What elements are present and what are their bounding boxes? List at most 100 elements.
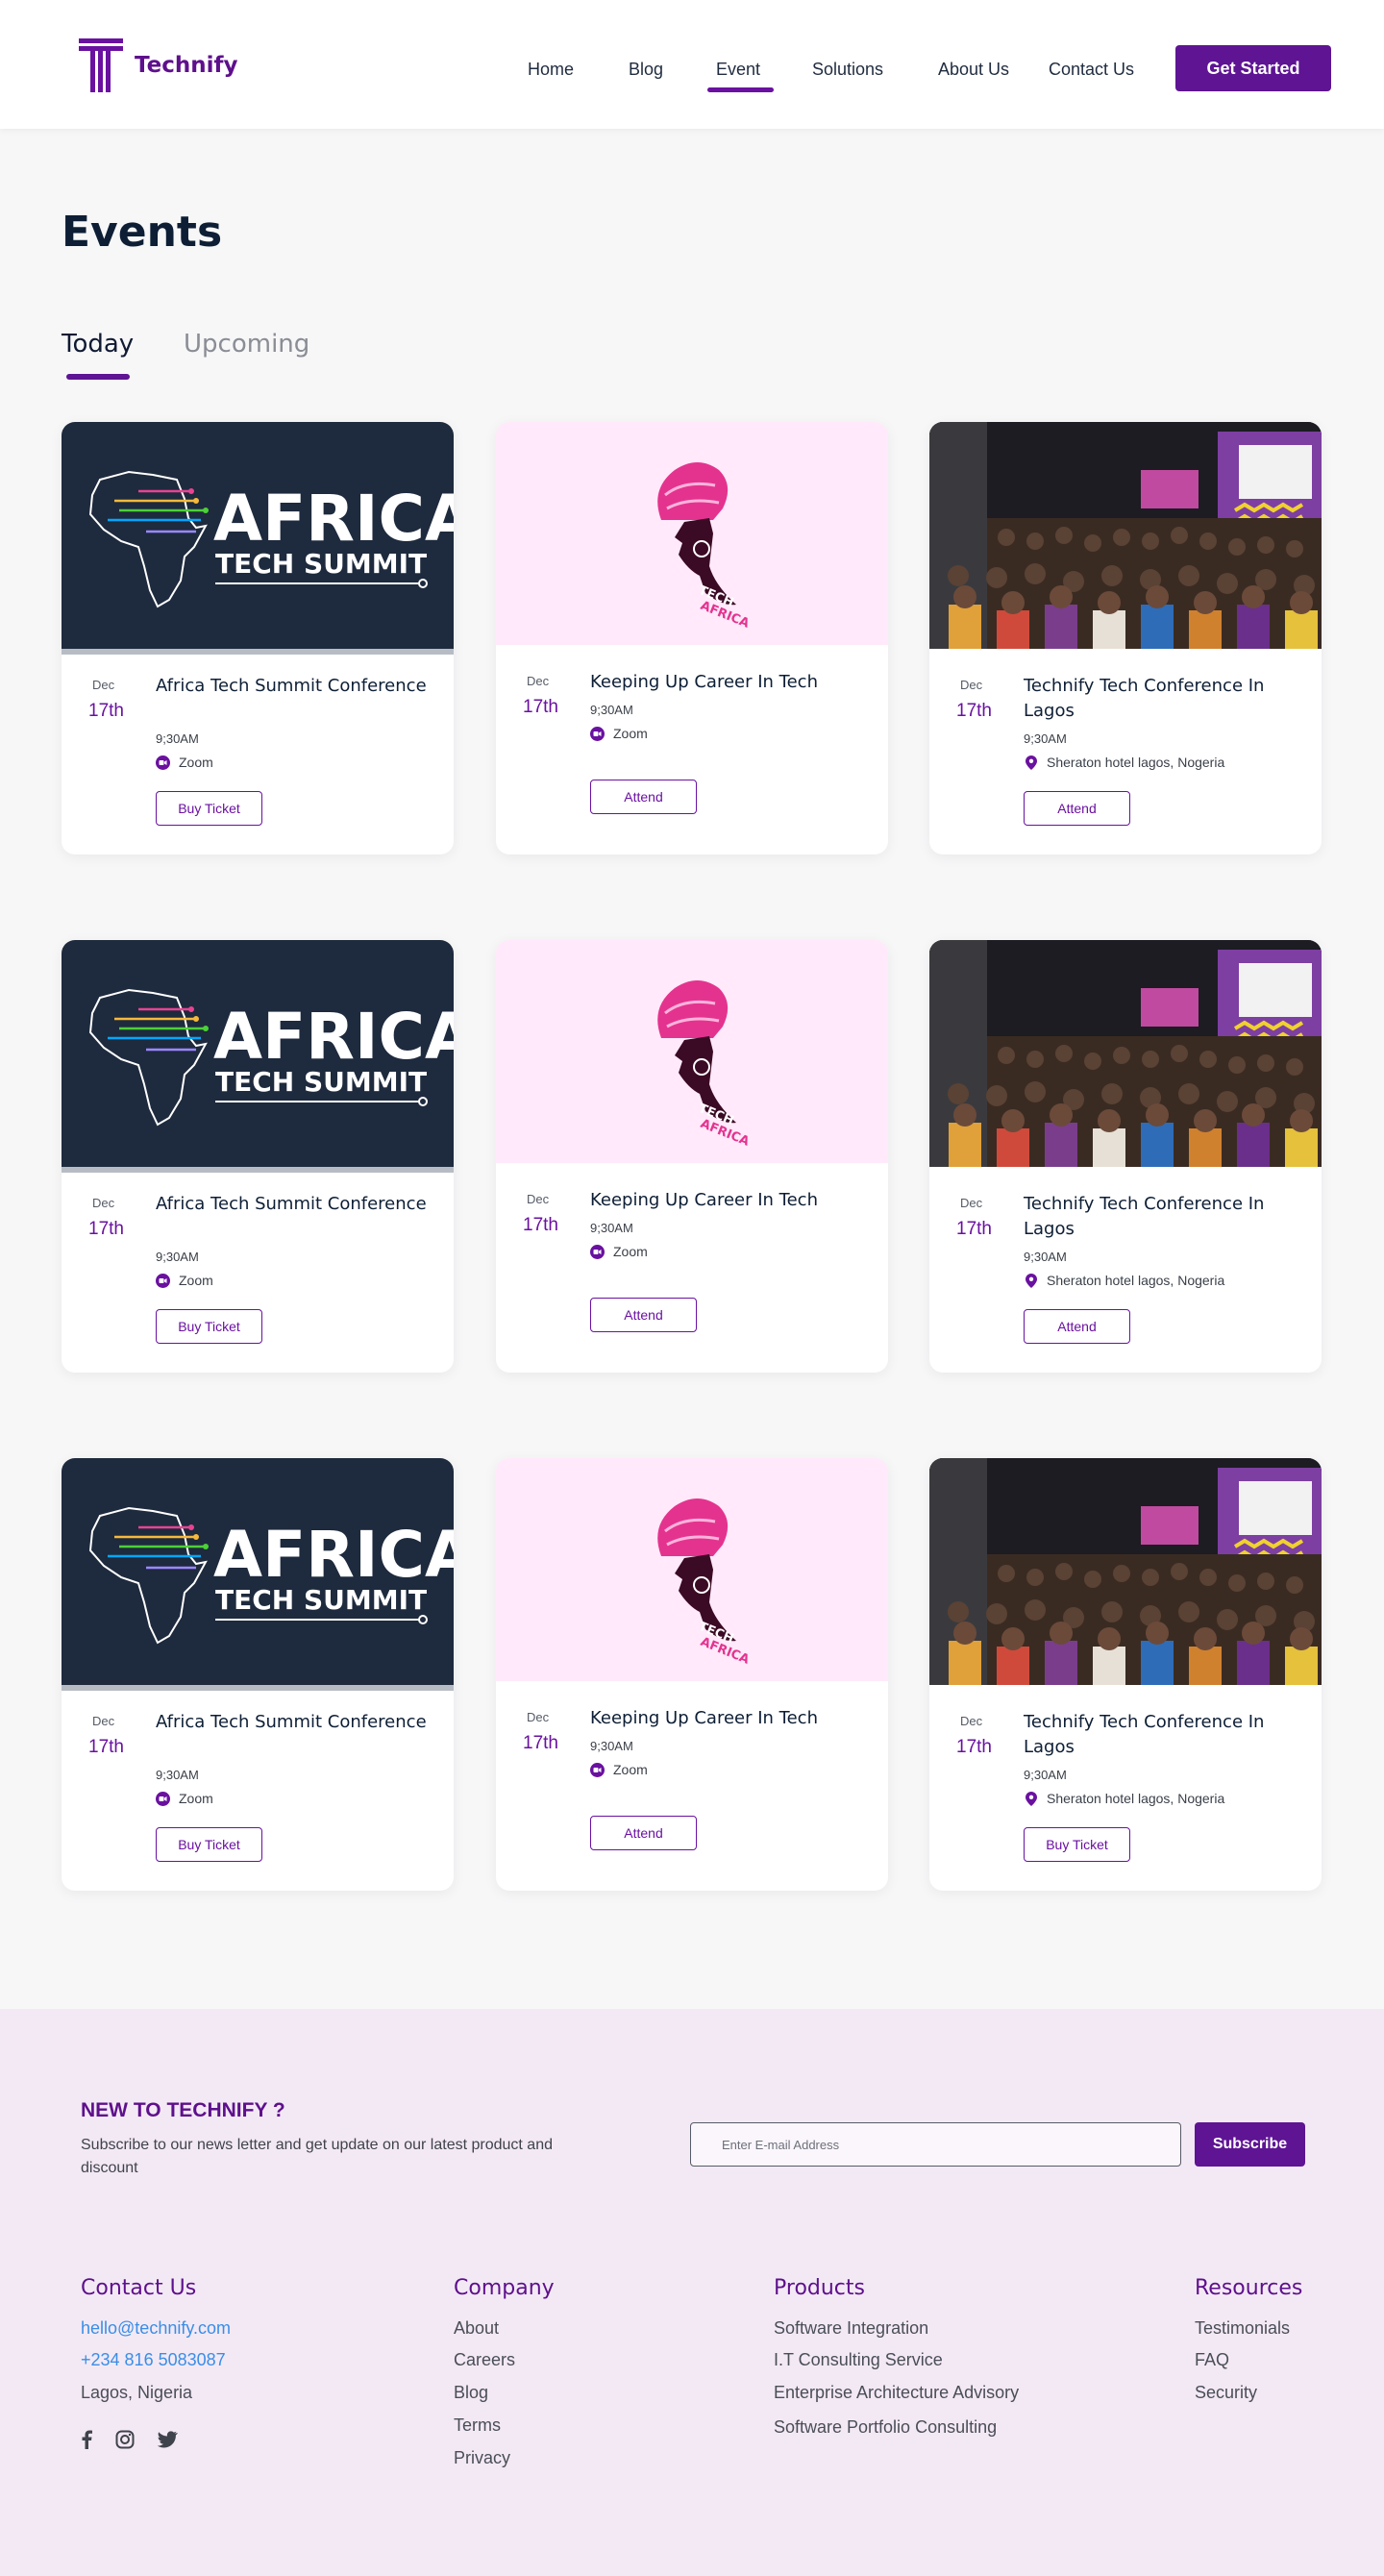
footer-link-privacy[interactable]: Privacy <box>454 2448 510 2468</box>
event-time: 9;30AM <box>156 731 199 746</box>
event-location: Sheraton hotel lagos, Nogeria <box>1024 1791 1224 1806</box>
newsletter-title: NEW TO TECHNIFY ? <box>81 2099 285 2121</box>
event-time: 9;30AM <box>1024 1768 1067 1782</box>
event-card[interactable]: Dec 17th Technify Tech Conference In Lagos… <box>929 940 1322 1373</box>
event-title[interactable]: Africa Tech Summit Conference <box>156 1192 434 1217</box>
footer-heading-resources: Resources <box>1195 2276 1303 2300</box>
twitter-icon[interactable] <box>156 2428 179 2451</box>
event-date-day: 17th <box>956 1737 992 1757</box>
nav-about-us[interactable]: About Us <box>938 60 1009 80</box>
event-card[interactable]: AFRICA TECH SUMMIT Dec 17th Africa Tech Su… <box>62 940 454 1373</box>
event-card[interactable]: AFRICA TECH SUMMIT Dec 17th Africa Tech Su… <box>62 422 454 855</box>
newsletter-email-input[interactable]: Enter E-mail Address <box>690 2122 1181 2167</box>
attend-button[interactable]: Attend <box>1024 791 1130 826</box>
event-date-day: 17th <box>956 1219 992 1239</box>
buy-ticket-button[interactable]: Buy Ticket <box>1024 1827 1130 1862</box>
brand-logo[interactable]: Technify <box>79 38 238 92</box>
event-time: 9;30AM <box>590 1221 633 1235</box>
event-title[interactable]: Technify Tech Conference In Lagos <box>1024 674 1302 724</box>
event-card[interactable]: Dec 17th Technify Tech Conference In Lagos… <box>929 422 1322 855</box>
footer-heading-products: Products <box>774 2276 865 2300</box>
attend-button[interactable]: Attend <box>1024 1309 1130 1344</box>
tab-upcoming[interactable]: Upcoming <box>184 330 309 359</box>
event-location-text: Sheraton hotel lagos, Nogeria <box>1047 1273 1225 1288</box>
event-title[interactable]: Africa Tech Summit Conference <box>156 1710 434 1735</box>
nav-home[interactable]: Home <box>528 60 574 80</box>
map-pin-icon <box>1024 1273 1038 1288</box>
event-date-month: Dec <box>92 1714 115 1728</box>
nav-blog[interactable]: Blog <box>629 60 663 80</box>
subscribe-button[interactable]: Subscribe <box>1195 2122 1305 2167</box>
svg-text:TECH SUMMIT: TECH SUMMIT <box>215 1066 427 1098</box>
event-location-text: Sheraton hotel lagos, Nogeria <box>1047 755 1225 770</box>
event-time: 9;30AM <box>590 703 633 717</box>
nav-event[interactable]: Event <box>716 60 760 80</box>
event-location: Sheraton hotel lagos, Nogeria <box>1024 1273 1224 1288</box>
event-image-conference-crowd <box>929 422 1322 649</box>
nav-solutions[interactable]: Solutions <box>812 60 883 80</box>
map-pin-icon <box>1024 755 1038 770</box>
footer-link-faq[interactable]: FAQ <box>1195 2350 1229 2370</box>
event-date-day: 17th <box>956 701 992 721</box>
attend-button[interactable]: Attend <box>590 1298 697 1332</box>
brand-name: Technify <box>135 53 238 78</box>
event-title[interactable]: Africa Tech Summit Conference <box>156 674 434 699</box>
event-date-month: Dec <box>960 678 983 692</box>
nav-active-indicator <box>707 87 774 92</box>
buy-ticket-button[interactable]: Buy Ticket <box>156 1827 262 1862</box>
contact-phone-link[interactable]: +234 816 5083087 <box>81 2350 226 2370</box>
map-pin-icon <box>1024 1791 1038 1806</box>
nav-contact-us[interactable]: Contact Us <box>1049 60 1134 80</box>
video-icon <box>590 1762 605 1777</box>
newsletter-description: Subscribe to our news letter and get upd… <box>81 2137 553 2176</box>
instagram-icon[interactable] <box>113 2428 136 2451</box>
buy-ticket-button[interactable]: Buy Ticket <box>156 791 262 826</box>
event-location: Zoom <box>590 1762 648 1777</box>
svg-text:TECH SUMMIT: TECH SUMMIT <box>215 1584 427 1616</box>
attend-button[interactable]: Attend <box>590 780 697 814</box>
footer-link-about[interactable]: About <box>454 2318 499 2339</box>
event-time: 9;30AM <box>1024 731 1067 746</box>
event-card[interactable]: TECH AFRICA Dec 17th Keeping Up Career In … <box>496 422 888 855</box>
buy-ticket-button[interactable]: Buy Ticket <box>156 1309 262 1344</box>
event-date-day: 17th <box>88 1219 124 1239</box>
event-card[interactable]: TECH AFRICA Dec 17th Keeping Up Career In … <box>496 1458 888 1891</box>
event-date-day: 17th <box>88 1737 124 1757</box>
event-location-text: Zoom <box>613 1244 648 1259</box>
footer-link-software-portfolio[interactable]: Software Portfolio Consulting <box>774 2417 997 2438</box>
event-location: Zoom <box>156 1273 213 1288</box>
event-location: Zoom <box>156 755 213 770</box>
event-location-text: Zoom <box>179 755 213 770</box>
attend-button[interactable]: Attend <box>590 1816 697 1850</box>
event-card[interactable]: Dec 17th Technify Tech Conference In Lagos… <box>929 1458 1322 1891</box>
footer-link-blog[interactable]: Blog <box>454 2383 488 2403</box>
event-title[interactable]: Technify Tech Conference In Lagos <box>1024 1192 1302 1242</box>
contact-email-link[interactable]: hello@technify.com <box>81 2318 231 2339</box>
event-title[interactable]: Keeping Up Career In Tech <box>590 1706 869 1731</box>
footer-link-testimonials[interactable]: Testimonials <box>1195 2318 1290 2339</box>
event-image-tech-africa-woman: TECH AFRICA <box>496 422 888 645</box>
event-location: Sheraton hotel lagos, Nogeria <box>1024 755 1224 770</box>
footer-link-security[interactable]: Security <box>1195 2383 1257 2403</box>
get-started-button[interactable]: Get Started <box>1175 45 1331 91</box>
event-time: 9;30AM <box>590 1739 633 1753</box>
event-date-month: Dec <box>527 1710 550 1724</box>
event-title[interactable]: Keeping Up Career In Tech <box>590 1188 869 1213</box>
event-card[interactable]: AFRICA TECH SUMMIT Dec 17th Africa Tech Su… <box>62 1458 454 1891</box>
event-title[interactable]: Keeping Up Career In Tech <box>590 670 869 695</box>
event-location: Zoom <box>156 1791 213 1806</box>
facebook-icon[interactable] <box>75 2428 98 2451</box>
event-date-month: Dec <box>527 1192 550 1206</box>
event-title[interactable]: Technify Tech Conference In Lagos <box>1024 1710 1302 1760</box>
footer-link-terms[interactable]: Terms <box>454 2415 501 2436</box>
footer-link-enterprise-architecture[interactable]: Enterprise Architecture Advisory <box>774 2383 1019 2403</box>
footer-link-software-integration[interactable]: Software Integration <box>774 2318 928 2339</box>
event-time: 9;30AM <box>156 1768 199 1782</box>
event-image-conference-crowd <box>929 1458 1322 1685</box>
footer-link-careers[interactable]: Careers <box>454 2350 515 2370</box>
tab-today[interactable]: Today <box>62 330 134 359</box>
event-image-africa-tech-summit: AFRICA TECH SUMMIT <box>62 1458 454 1691</box>
event-card[interactable]: TECH AFRICA Dec 17th Keeping Up Career In … <box>496 940 888 1373</box>
footer-link-it-consulting[interactable]: I.T Consulting Service <box>774 2350 943 2370</box>
event-image-conference-crowd <box>929 940 1322 1167</box>
